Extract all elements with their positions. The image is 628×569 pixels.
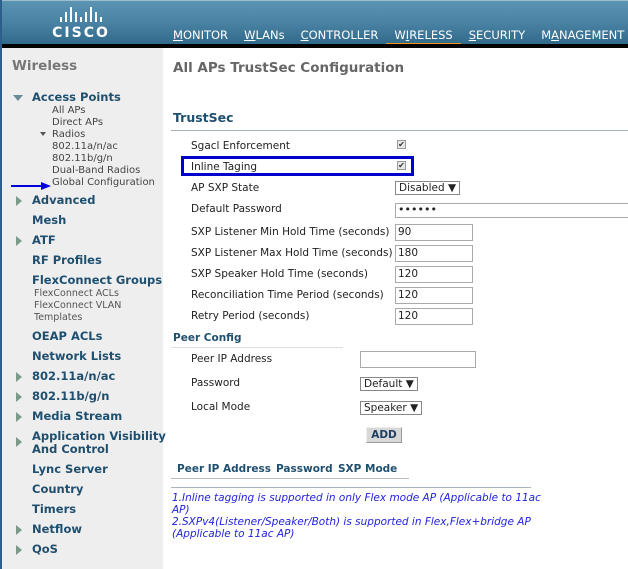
note-inline-tagging: 1.Inline tagging is supported in only Fl… [172,492,541,516]
field-label: Retry Period (seconds) [191,310,310,322]
sidebar-sub-radios[interactable]: Radios [52,129,85,140]
sidebar-item-oeap-acls[interactable]: OEAP ACLs [32,330,102,343]
sidebar-item-atf[interactable]: ATF [32,234,56,247]
cisco-logo-text: CISCO [52,25,110,41]
peer-password-select[interactable]: Default ▼ [360,377,418,391]
window-edge [0,0,2,569]
sidebar-item-advanced[interactable]: Advanced [32,194,95,207]
expand-icon[interactable] [16,372,22,382]
sidebar-item-rf-profiles[interactable]: RF Profiles [32,254,102,267]
sidebar-sub-radio-a[interactable]: 802.11a/n/ac [52,141,118,152]
sidebar-item-802-11b[interactable]: 802.11b/g/n [32,390,109,403]
expand-icon[interactable] [16,545,22,555]
notes-divider [171,487,531,488]
expanded-icon[interactable] [13,95,23,101]
expand-icon[interactable] [16,392,22,402]
sidebar-sub-all-aps[interactable]: All APs [52,105,85,116]
expand-icon[interactable] [16,236,22,246]
sidebar-item-avc-line2: And Control [32,442,109,456]
page-title: All APs TrustSec Configuration [173,60,405,76]
cisco-logo[interactable]: CISCO [52,7,110,43]
section-title: TrustSec [173,110,234,125]
top-header: CISCO MONITOR WLANs CONTROLLER WIRELESS … [0,0,628,47]
main-content: All APs TrustSec Configuration TrustSec … [163,48,628,569]
sidebar-title: Wireless [12,58,78,74]
ap-sxp-state-select[interactable]: Disabled ▼ [395,181,461,195]
sidebar-item-netflow[interactable]: Netflow [32,523,82,536]
sgacl-checkbox[interactable]: ✔ [397,140,406,149]
nav-wireless[interactable]: WIRELESS [386,28,462,47]
field-label: SXP Listener Max Hold Time (seconds) [191,247,393,259]
expand-icon[interactable] [16,412,22,422]
expand-icon[interactable] [16,437,22,447]
dropdown-arrow-icon: ▼ [447,182,457,194]
sxp-listener-min-hold-input[interactable]: 90 [395,224,473,241]
field-label: Reconciliation Time Period (seconds) [191,289,384,301]
sidebar-sub-templates[interactable]: Templates [34,312,82,323]
sidebar-item-network-lists[interactable]: Network Lists [32,350,121,363]
peer-config-title: Peer Config [173,332,242,344]
ap-sxp-state-label: AP SXP State [191,182,260,194]
sidebar-item-qos[interactable]: QoS [32,543,58,556]
sxp-speaker-hold-input[interactable]: 120 [395,266,473,283]
column-header-peer-ip: Peer IP Address [177,463,271,475]
column-header-sxp-mode: SXP Mode [338,463,398,475]
sidebar-item-mesh[interactable]: Mesh [32,214,66,227]
section-divider [171,130,628,131]
add-button[interactable]: ADD [366,427,402,443]
field-label: SXP Listener Min Hold Time (seconds) [191,226,390,238]
peer-config-divider [171,347,343,348]
sidebar-sub-radio-b[interactable]: 802.11b/g/n [52,153,113,164]
cisco-logo-icon [52,7,110,22]
column-header-password: Password [276,463,333,475]
local-mode-label: Local Mode [191,401,251,413]
note-sxpv4: 2.SXPv4(Listener/Speaker/Both) is suppor… [172,516,531,540]
inline-tagging-label: Inline Taging [191,161,258,173]
dropdown-arrow-icon: ▼ [410,402,419,414]
nav-controller[interactable]: CONTROLLER [293,28,387,45]
radios-expanded-icon[interactable] [40,132,46,136]
nav-monitor[interactable]: MONITOR [165,28,236,45]
field-label: SXP Speaker Hold Time (seconds) [191,268,368,280]
reconciliation-period-input[interactable]: 120 [395,287,473,304]
nav-security[interactable]: SECURITY [461,28,533,45]
sidebar-item-avc[interactable]: Application Visibility And Control [32,430,166,456]
dropdown-arrow-icon: ▼ [405,378,414,390]
default-password-label: Default Password [191,203,282,215]
sidebar-item-country[interactable]: Country [32,483,83,496]
sidebar-item-flexconnect-groups[interactable]: FlexConnect Groups [32,274,162,287]
peer-ip-label: Peer IP Address [191,353,273,365]
peer-password-label: Password [191,377,241,389]
expand-icon[interactable] [16,525,22,535]
sidebar-item-802-11a[interactable]: 802.11a/n/ac [32,370,115,383]
inline-tagging-checkbox[interactable]: ✔ [397,161,406,170]
retry-period-input[interactable]: 120 [395,308,473,325]
expand-icon[interactable] [16,196,22,206]
sidebar-sub-flexconnect-acls[interactable]: FlexConnect ACLs [34,288,119,299]
sidebar-item-access-points[interactable]: Access Points [32,91,121,104]
sidebar-sub-dual-band[interactable]: Dual-Band Radios [52,165,140,176]
peer-ip-input[interactable] [360,351,476,368]
sidebar: Wireless Access Points All APs Direct AP… [2,48,166,569]
top-nav: MONITOR WLANs CONTROLLER WIRELESS SECURI… [165,28,628,47]
sidebar-sub-global-configuration[interactable]: Global Configuration [52,177,155,188]
sidebar-sub-flexconnect-vlan[interactable]: FlexConnect VLAN [34,300,121,311]
default-password-input[interactable]: •••••• [395,203,628,218]
sxp-listener-max-hold-input[interactable]: 180 [395,245,473,262]
sgacl-label: Sgacl Enforcement [191,140,290,152]
arrow-right-icon [11,182,51,190]
sidebar-item-lync-server[interactable]: Lync Server [32,463,108,476]
sidebar-sub-direct-aps[interactable]: Direct APs [52,117,103,128]
sidebar-item-media-stream[interactable]: Media Stream [32,410,122,423]
local-mode-select[interactable]: Speaker ▼ [360,401,423,415]
nav-wlans[interactable]: WLANs [236,28,293,45]
nav-management[interactable]: MANAGEMENT [533,28,628,45]
sidebar-item-timers[interactable]: Timers [32,503,76,516]
table-header-divider [171,478,409,479]
